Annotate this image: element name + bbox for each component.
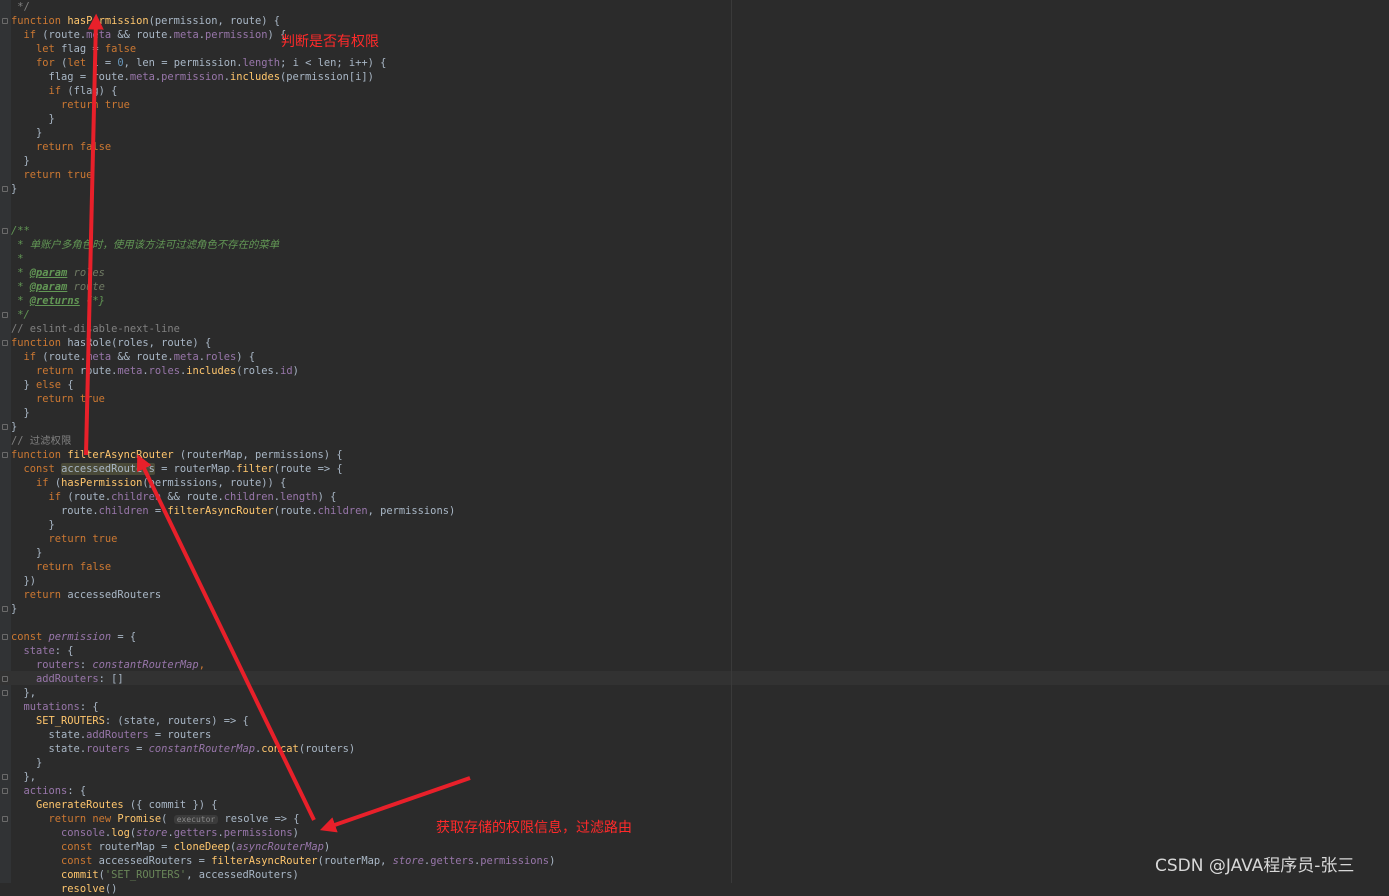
annotation-get-permissions-filter: 获取存储的权限信息，过滤路由 bbox=[436, 820, 632, 836]
arrow-to-accessedRouters bbox=[136, 454, 316, 821]
annotation-check-permission: 判断是否有权限 bbox=[281, 34, 379, 50]
code-token: resolve bbox=[61, 883, 105, 895]
code-token: () bbox=[104, 883, 118, 895]
arrow-to-hasPermission bbox=[84, 13, 104, 456]
watermark: CSDN @JAVA程序员-张三 bbox=[1155, 856, 1355, 876]
annotation-arrows bbox=[84, 13, 471, 833]
code-text: resolve() bbox=[11, 882, 117, 896]
